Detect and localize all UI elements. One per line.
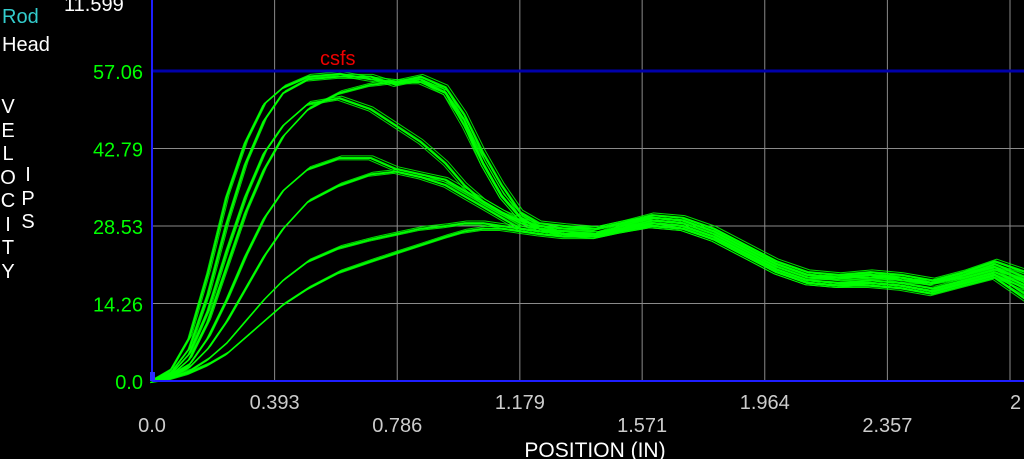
legend-top-value: 11.599	[64, 0, 124, 15]
x-tick-label: 2	[1010, 392, 1021, 414]
y-tick-label: 42.79	[93, 140, 143, 162]
x-tick-label: 0.393	[250, 392, 300, 414]
x-tick-label: 2.357	[862, 415, 912, 437]
x-axis-title: POSITION (IN)	[524, 439, 665, 459]
x-tick-label: 1.179	[495, 392, 545, 414]
y-axis-label-letter: Y	[1, 260, 15, 283]
y-tick-label: 0.0	[115, 372, 143, 394]
y-axis-label-letter: C	[0, 190, 16, 212]
x-tick-label: 1.571	[617, 415, 667, 437]
legend-rod-label: Rod	[2, 6, 39, 28]
y-axis-unit-letter: S	[21, 211, 35, 233]
legend-top-value-text: 11.599	[64, 0, 124, 16]
threshold-label: csfs	[320, 48, 356, 70]
y-axis-label-letter: L	[2, 143, 14, 165]
x-tick-label: 1.964	[740, 392, 790, 414]
y-axis-label-letter: O	[0, 166, 16, 189]
y-axis-unit-letter: I	[25, 164, 31, 186]
y-axis-label: VELOCITY	[0, 96, 16, 284]
x-tick-label: 0.0	[138, 415, 166, 437]
y-axis-label-letter: V	[1, 96, 15, 118]
legend-rod: Rod	[2, 7, 39, 27]
legend-head-label: Head	[2, 34, 50, 56]
y-axis-label-letter: I	[5, 213, 11, 236]
y-axis-unit-letter: P	[21, 187, 35, 210]
origin-marker	[150, 372, 155, 381]
y-tick-label: 14.26	[93, 295, 143, 317]
x-tick-label: 0.786	[372, 415, 422, 437]
legend-head: Head	[2, 35, 50, 55]
y-tick-label: 28.53	[93, 217, 143, 239]
y-axis-label-letter: T	[1, 237, 15, 259]
y-tick-label: 57.06	[93, 62, 143, 84]
y-axis-unit: IPS	[20, 164, 36, 235]
y-axis-label-letter: E	[1, 119, 15, 142]
velocity-chart: csfs 0.0 14.26 28.53 42.79 57.06 0.0 0.393 0.78…	[0, 0, 1024, 459]
